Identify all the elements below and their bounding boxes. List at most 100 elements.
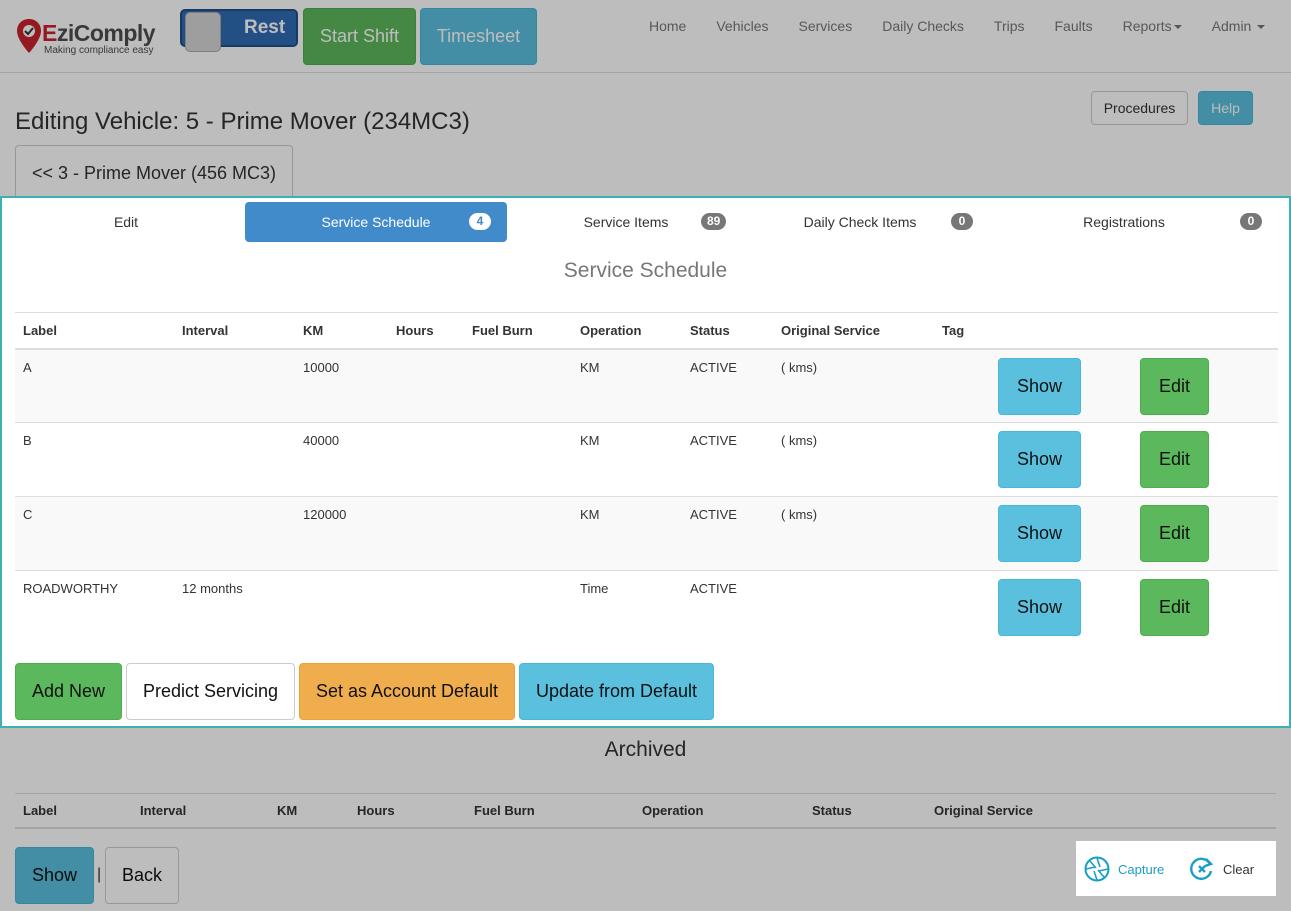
update-from-default-button[interactable]: Update from Default [519, 663, 714, 720]
tab-service-items[interactable]: Service Items 89 [515, 202, 737, 242]
service-schedule-table: Label Interval KM Hours Fuel Burn Operat… [15, 312, 1278, 645]
show-button[interactable]: Show [998, 505, 1081, 562]
column-header-empty [990, 312, 1132, 350]
caret-down-icon [1257, 25, 1266, 30]
edit-button[interactable]: Edit [1140, 579, 1209, 636]
table-header-row: Label Interval KM Hours Fuel Burn Operat… [15, 793, 1276, 829]
cell-fuel-burn [464, 570, 572, 645]
cell-label: B [15, 422, 174, 497]
navbar: EziComply Making compliance easy Rest St… [0, 0, 1291, 73]
clear-refresh-icon [1190, 857, 1214, 880]
toggle-knob[interactable] [185, 12, 221, 52]
column-header: Status [682, 312, 773, 350]
menu-item-trips[interactable]: Trips [979, 17, 1040, 35]
cell-label: A [15, 348, 174, 423]
previous-vehicle-button[interactable]: << 3 - Prime Mover (456 MC3) [15, 145, 293, 201]
cell-interval [174, 348, 295, 423]
capture-button[interactable]: Capture [1084, 856, 1164, 882]
cell-tag [934, 496, 990, 571]
column-header: Operation [634, 793, 804, 829]
cell-edit: Edit [1132, 422, 1226, 497]
tab-label: Daily Check Items [803, 214, 917, 230]
cell-fuel-burn [464, 496, 572, 571]
menu-item-reports-label: Reports [1122, 18, 1172, 34]
tab-registrations[interactable]: Registrations 0 [983, 202, 1265, 242]
show-button[interactable]: Show [998, 431, 1081, 488]
start-shift-button[interactable]: Start Shift [303, 8, 416, 65]
clear-button[interactable]: Clear [1189, 856, 1254, 882]
cell-km: 40000 [295, 422, 388, 497]
cell-original-service: ( kms) [773, 348, 934, 423]
edit-button[interactable]: Edit [1140, 431, 1209, 488]
cell-hours [388, 348, 464, 423]
predict-servicing-button[interactable]: Predict Servicing [126, 663, 295, 720]
cell-status: ACTIVE [682, 570, 773, 645]
cell-km: 10000 [295, 348, 388, 423]
brand-logo[interactable]: EziComply Making compliance easy [16, 18, 166, 58]
cell-status: ACTIVE [682, 496, 773, 571]
cell-show: Show [990, 496, 1132, 571]
cell-fuel-burn [464, 422, 572, 497]
show-vehicle-button[interactable]: Show [15, 847, 94, 904]
cell-fuel-burn [464, 348, 572, 423]
show-button[interactable]: Show [998, 579, 1081, 636]
help-button[interactable]: Help [1198, 91, 1253, 125]
menu-item-home[interactable]: Home [634, 17, 701, 35]
column-header-empty [1226, 312, 1278, 350]
column-header: Tag [934, 312, 990, 350]
cell-interval [174, 422, 295, 497]
tab-badge: 0 [1240, 213, 1262, 230]
tab-badge: 4 [469, 213, 491, 230]
cell-status: ACTIVE [682, 422, 773, 497]
tab-badge: 0 [951, 213, 973, 230]
rest-toggle[interactable]: Rest [180, 9, 298, 52]
cell-hours [388, 496, 464, 571]
menu-item-daily-checks[interactable]: Daily Checks [867, 17, 979, 35]
cell-hours [388, 570, 464, 645]
camera-aperture-icon [1084, 856, 1110, 882]
menu-item-services[interactable]: Services [784, 17, 868, 35]
menu-item-vehicles[interactable]: Vehicles [701, 17, 783, 35]
show-button[interactable]: Show [998, 357, 1081, 415]
cell-empty [1226, 348, 1278, 423]
timesheet-button[interactable]: Timesheet [420, 8, 537, 65]
brand-name: EziComply [42, 20, 156, 46]
toggle-label: Rest [244, 17, 286, 38]
button-separator: | [97, 866, 102, 883]
tab-service-schedule[interactable]: Service Schedule 4 [245, 202, 507, 242]
add-new-button[interactable]: Add New [15, 663, 122, 720]
table-row: ROADWORTHY 12 months Time ACTIVE Show Ed… [15, 570, 1278, 645]
back-button[interactable]: Back [105, 847, 179, 904]
table-row: B 40000 KM ACTIVE ( kms) Show Edit [15, 422, 1278, 497]
cell-km: 120000 [295, 496, 388, 571]
edit-button[interactable]: Edit [1140, 357, 1209, 415]
menu-item-admin[interactable]: Admin [1197, 17, 1281, 35]
cell-original-service [773, 570, 934, 645]
page-title: Editing Vehicle: 5 - Prime Mover (234MC3… [15, 108, 470, 135]
cell-show: Show [990, 422, 1132, 497]
edit-button[interactable]: Edit [1140, 505, 1209, 562]
cell-interval [174, 496, 295, 571]
set-account-default-button[interactable]: Set as Account Default [299, 663, 515, 720]
menu-item-faults[interactable]: Faults [1040, 17, 1108, 35]
tab-label: Registrations [1083, 214, 1165, 230]
cell-tag [934, 348, 990, 423]
service-schedule-panel: Edit Service Schedule 4 Service Items 89… [0, 196, 1291, 728]
cell-empty [1226, 570, 1278, 645]
cell-show: Show [990, 570, 1132, 645]
column-header: KM [295, 312, 388, 350]
cell-operation: KM [572, 496, 682, 571]
tab-daily-check-items[interactable]: Daily Check Items 0 [745, 202, 975, 242]
tab-edit[interactable]: Edit [15, 202, 237, 242]
cell-show: Show [990, 348, 1132, 423]
cell-tag [934, 570, 990, 645]
menu-item-reports[interactable]: Reports [1108, 17, 1197, 35]
brand-tagline: Making compliance easy [44, 45, 154, 56]
column-header: Status [804, 793, 926, 829]
column-header: Original Service [773, 312, 934, 350]
column-header: Hours [349, 793, 466, 829]
caret-down-icon [1173, 25, 1182, 30]
table-header-row: Label Interval KM Hours Fuel Burn Operat… [15, 312, 1278, 350]
procedures-button[interactable]: Procedures [1091, 91, 1188, 125]
column-header: Fuel Burn [464, 312, 572, 350]
